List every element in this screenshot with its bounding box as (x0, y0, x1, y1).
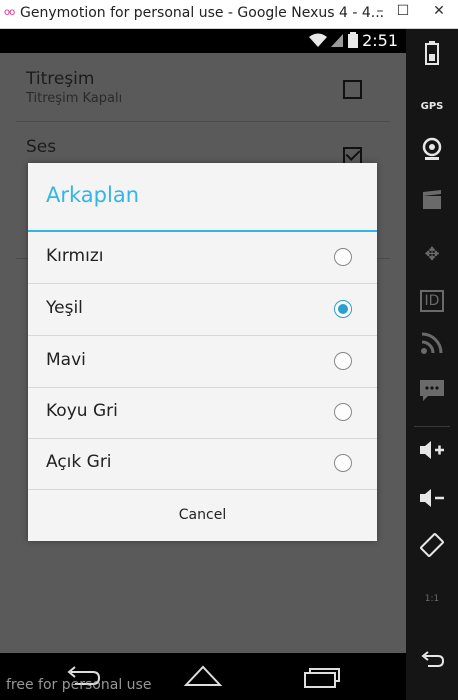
cancel-button[interactable]: Cancel (28, 490, 377, 541)
toolbar-divider (414, 426, 450, 427)
option-label: Koyu Gri (46, 401, 118, 421)
status-time: 2:51 (362, 31, 398, 50)
dialog-title: Arkaplan (46, 183, 140, 207)
status-bar: 2:51 (0, 29, 406, 53)
vibration-checkbox[interactable] (343, 80, 362, 99)
option-label: Açık Gri (46, 452, 112, 472)
radio-button[interactable] (334, 403, 352, 421)
network-widget-icon[interactable] (406, 331, 458, 367)
option-blue[interactable]: Mavi (28, 336, 377, 388)
screencast-widget-icon[interactable] (406, 187, 458, 223)
option-label: Kırmızı (46, 246, 104, 266)
radio-button[interactable] (334, 454, 352, 472)
option-red[interactable]: Kırmızı (28, 232, 377, 284)
camera-widget-icon[interactable] (406, 137, 458, 173)
volume-down-icon[interactable] (406, 485, 458, 521)
signal-icon (330, 32, 344, 52)
sms-widget-icon[interactable] (406, 379, 458, 415)
recent-apps-icon[interactable] (301, 663, 341, 691)
minimize-button[interactable]: – (369, 3, 391, 23)
radio-button[interactable] (334, 352, 352, 370)
divider (16, 121, 390, 122)
option-green[interactable]: Yeşil (28, 284, 377, 336)
back-button-icon[interactable] (406, 645, 458, 681)
option-dark-gray[interactable]: Koyu Gri (28, 387, 377, 439)
option-label: Mavi (46, 350, 86, 370)
background-dialog: Arkaplan Kırmızı Yeşil Mavi Koyu Gri Açı… (28, 163, 377, 541)
device-screen: 2:51 Titreşim Titreşim Kapalı Ses Arkapl… (0, 29, 406, 700)
ratio-label: 1:1 (424, 594, 440, 604)
setting-sound[interactable]: Ses (26, 137, 376, 157)
gps-widget-icon[interactable]: GPS (406, 89, 458, 125)
close-button[interactable]: ✕ (428, 3, 450, 23)
maximize-button[interactable]: ☐ (392, 3, 414, 23)
window-title: Genymotion for personal use - Google Nex… (20, 5, 385, 21)
setting-title: Titreşim (26, 69, 95, 89)
battery-icon (348, 32, 358, 52)
rotate-icon[interactable] (406, 533, 458, 569)
pixel-perfect-icon[interactable]: 1:1 (406, 581, 458, 617)
setting-vibration[interactable]: Titreşim Titreşim Kapalı (26, 69, 376, 106)
gps-label: GPS (420, 101, 444, 112)
battery-widget-icon[interactable] (406, 41, 458, 77)
genymotion-logo-icon: oo (4, 7, 15, 18)
watermark-text: free for personal use (6, 677, 152, 693)
dpad-widget-icon[interactable]: ✥ (406, 237, 458, 273)
radio-button[interactable] (334, 248, 352, 266)
option-light-gray[interactable]: Açık Gri (28, 438, 377, 490)
home-icon[interactable] (183, 663, 223, 691)
emulator-toolbar: GPS ✥ ID 1:1 (406, 29, 458, 700)
id-label: ID (419, 290, 445, 312)
radio-button-selected[interactable] (334, 300, 352, 318)
setting-title: Ses (26, 137, 57, 157)
wifi-icon (308, 32, 328, 52)
option-label: Yeşil (46, 298, 83, 318)
window-titlebar: oo Genymotion for personal use - Google … (0, 0, 458, 29)
device-id-widget-icon[interactable]: ID (406, 283, 458, 319)
setting-subtitle: Titreşim Kapalı (26, 91, 123, 106)
volume-up-icon[interactable] (406, 437, 458, 473)
